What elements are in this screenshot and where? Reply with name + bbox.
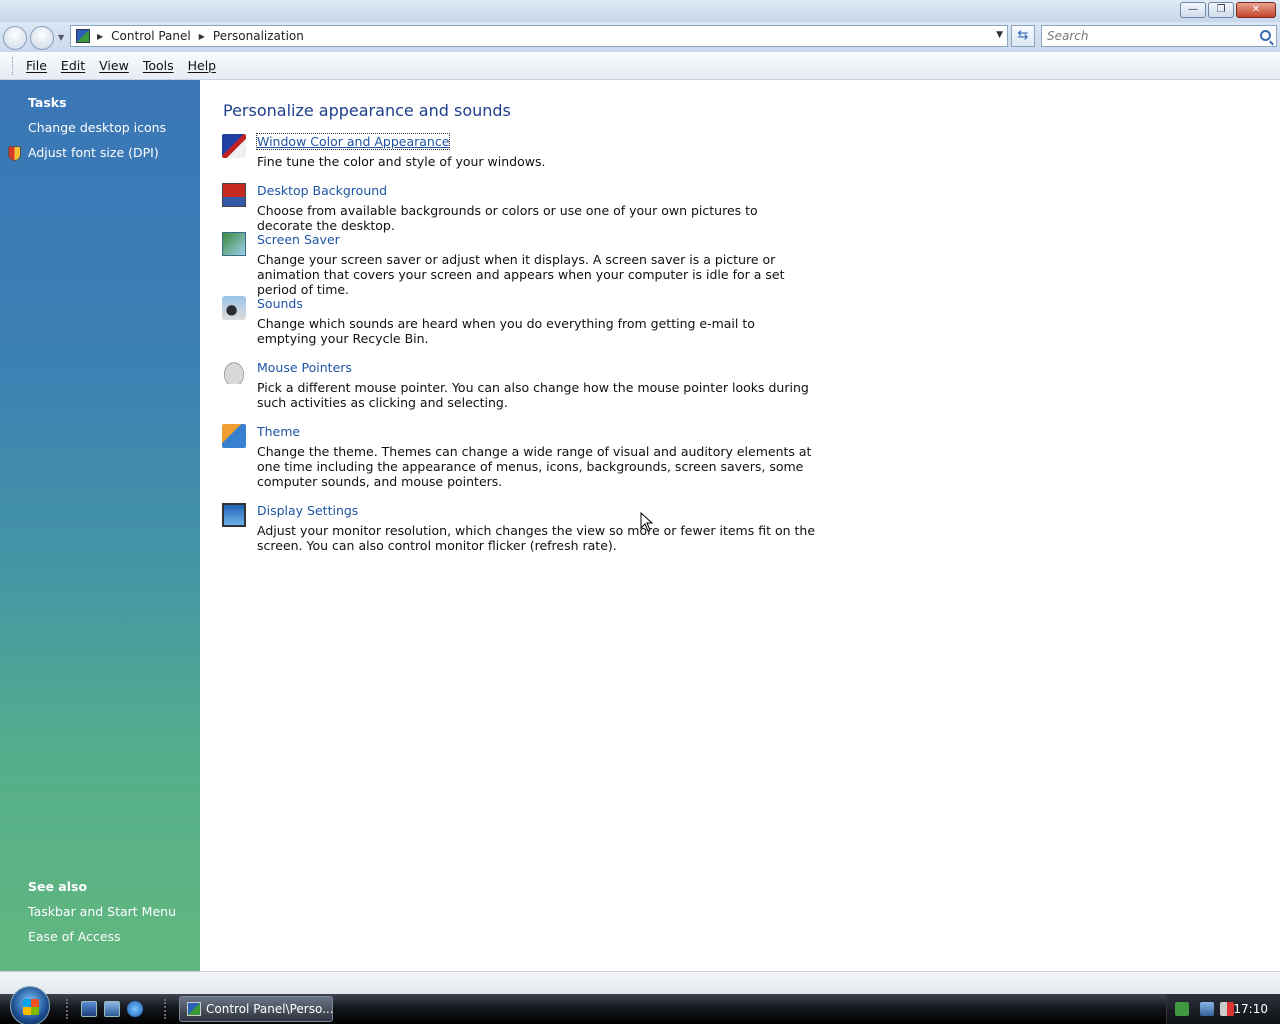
display-settings-icon[interactable] [222,503,246,527]
page-title: Personalize appearance and sounds [223,101,511,120]
window-controls: — ❐ ✕ [1180,2,1276,18]
menu-tools[interactable]: Tools [136,56,181,75]
network-icon[interactable] [1200,1002,1214,1016]
chevron-right-icon[interactable]: ▶ [199,32,205,41]
item-description: Choose from available backgrounds or col… [257,203,758,233]
list-item: Display Settings Adjust your monitor res… [222,503,842,558]
show-desktop-icon[interactable] [81,1001,97,1017]
quick-launch-grip[interactable] [66,999,70,1019]
menu-file[interactable]: File [19,56,54,75]
see-also-taskbar[interactable]: Taskbar and Start Menu [28,904,176,919]
mouse-cursor-icon [640,512,654,532]
menu-edit[interactable]: Edit [54,56,92,75]
forward-button[interactable] [30,26,54,50]
chevron-right-icon[interactable]: ▶ [97,32,103,41]
clock[interactable]: 17:10 [1233,1002,1268,1016]
theme-link[interactable]: Theme [257,424,300,439]
desktop-background-link[interactable]: Desktop Background [257,183,387,198]
list-item: Screen Saver Change your screen saver or… [222,232,842,297]
maximize-button[interactable]: ❐ [1208,2,1234,18]
control-panel-icon [76,29,90,43]
menu-grip [12,56,15,75]
refresh-icon: ⇆ [1017,28,1029,43]
window-color-icon[interactable] [222,134,246,158]
desktop-background-icon[interactable] [222,183,246,207]
theme-icon[interactable] [222,424,246,448]
minimize-button[interactable]: — [1180,2,1206,18]
task-adjust-font-size[interactable]: Adjust font size (DPI) [28,145,159,160]
title-bar: — ❐ ✕ [0,0,1280,22]
uac-shield-icon [8,146,21,161]
windows-logo-icon [23,999,39,1015]
screen-saver-link[interactable]: Screen Saver [257,232,340,247]
taskbar: Control Panel\Perso... 17:10 [0,986,1280,1024]
see-also-heading: See also [28,879,88,894]
menu-help[interactable]: Help [181,56,224,75]
refresh-button[interactable]: ⇆ [1011,25,1035,47]
security-center-icon[interactable] [1175,1002,1189,1016]
display-settings-link[interactable]: Display Settings [257,503,358,518]
control-panel-icon [187,1002,201,1016]
list-item: Desktop Background Choose from available… [222,183,842,233]
start-button[interactable] [10,986,50,1024]
recent-pages-dropdown-icon[interactable]: ▼ [58,33,64,42]
item-description: Change which sounds are heard when you d… [257,316,755,346]
sounds-link[interactable]: Sounds [257,296,303,311]
switch-windows-icon[interactable] [104,1001,120,1017]
menu-bar: File Edit View Tools Help [0,52,1280,80]
list-item: Sounds Change which sounds are heard whe… [222,296,842,351]
status-bar [0,971,1280,994]
taskbar-button-control-panel[interactable]: Control Panel\Perso... [179,996,333,1022]
breadcrumb: ▶ Control Panel ▶ Personalization [97,29,304,43]
taskbar-grip[interactable] [164,999,168,1019]
window-color-link[interactable]: Window Color and Appearance [255,133,451,150]
search-input[interactable] [1047,27,1247,45]
tasks-heading: Tasks [28,95,67,110]
list-item: Theme Change the theme. Themes can chang… [222,424,842,494]
breadcrumb-personalization[interactable]: Personalization [213,29,304,43]
system-tray: 17:10 [1166,994,1280,1024]
internet-explorer-icon[interactable] [127,1001,143,1017]
sounds-icon[interactable] [222,296,246,320]
see-also-ease-of-access[interactable]: Ease of Access [28,929,121,944]
screen-saver-icon[interactable] [222,232,246,256]
taskbar-button-label: Control Panel\Perso... [206,1002,333,1016]
search-box[interactable] [1041,25,1277,47]
list-item: Mouse Pointers Pick a different mouse po… [222,360,842,415]
task-change-desktop-icons[interactable]: Change desktop icons [28,120,166,135]
address-row: ▼ ▶ Control Panel ▶ Personalization ▼ ⇆ [0,22,1280,52]
menu-view[interactable]: View [92,56,136,75]
item-description: Fine tune the color and style of your wi… [257,154,546,169]
task-pane: Tasks Change desktop icons Adjust font s… [0,80,200,971]
address-dropdown-icon[interactable]: ▼ [996,30,1003,40]
mouse-pointers-icon[interactable] [222,360,246,384]
mouse-pointers-link[interactable]: Mouse Pointers [257,360,352,375]
search-icon[interactable] [1260,30,1271,41]
list-item: Window Color and Appearance Fine tune th… [222,133,842,174]
close-button[interactable]: ✕ [1236,2,1276,18]
address-bar[interactable]: ▶ Control Panel ▶ Personalization ▼ [70,25,1008,47]
item-description: Adjust your monitor resolution, which ch… [257,523,816,553]
volume-muted-icon[interactable] [1220,1002,1234,1016]
item-description: Change your screen saver or adjust when … [257,252,785,297]
item-description: Pick a different mouse pointer. You can … [257,380,809,410]
main-content: Personalize appearance and sounds Window… [200,80,1280,971]
back-button[interactable] [3,26,27,50]
item-description: Change the theme. Themes can change a wi… [257,444,812,489]
breadcrumb-control-panel[interactable]: Control Panel [111,29,191,43]
